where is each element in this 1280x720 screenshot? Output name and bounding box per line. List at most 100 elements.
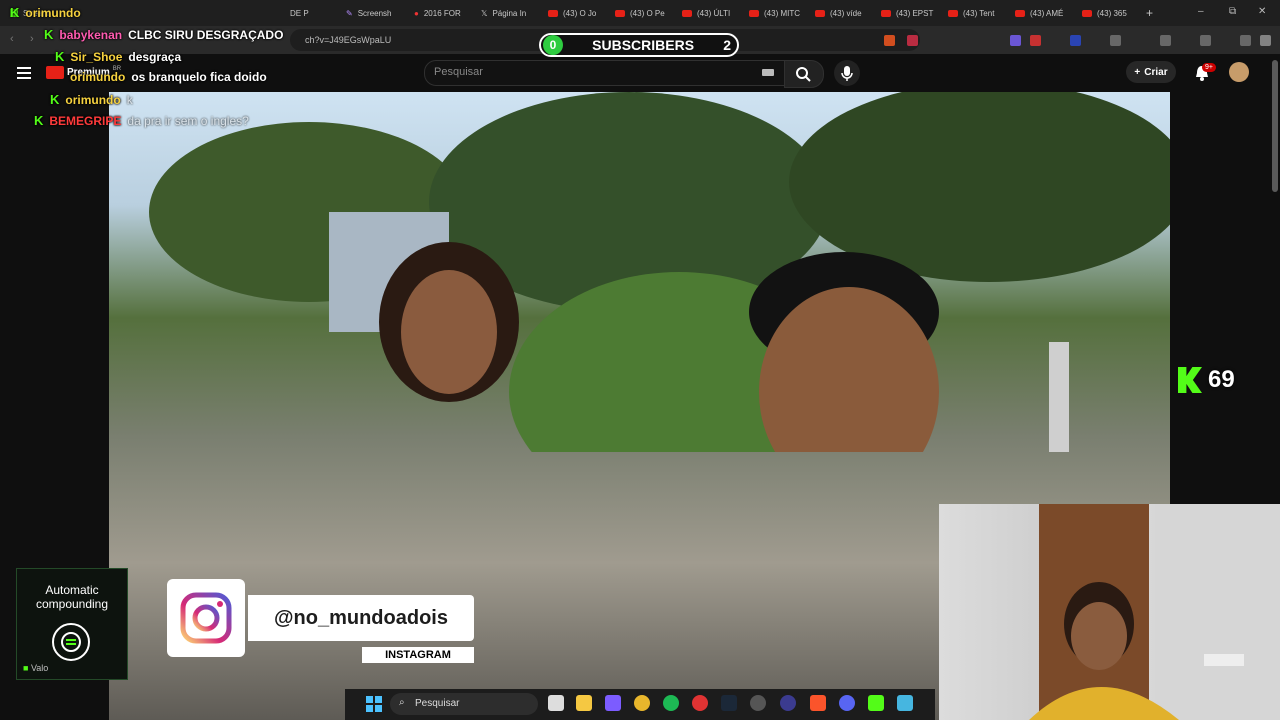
tab-youtube[interactable]: (43) O Jo <box>548 4 602 22</box>
kick-icon: K <box>34 113 44 128</box>
extension-icon[interactable] <box>1010 35 1021 46</box>
kick-logo-icon <box>1178 367 1202 393</box>
viewer-count-value: 69 <box>1208 366 1235 393</box>
ad-brand-label: Valo <box>30 663 49 673</box>
video-frame-background <box>149 92 1170 452</box>
tab-youtube[interactable]: (43) AMÉ <box>1015 4 1069 22</box>
instagram-handle: @no_mundoadois <box>248 595 474 641</box>
close-button[interactable]: ✕ <box>1258 6 1266 17</box>
chat-text: os branquelo fica doido <box>131 70 267 84</box>
ad-brand: ■ Valo <box>23 663 48 673</box>
tab-youtube[interactable]: (43) ÚLTI <box>682 4 736 22</box>
voice-search-button[interactable] <box>834 60 860 86</box>
search-icon: ⌕ <box>399 697 405 708</box>
keyboard-icon[interactable] <box>762 69 774 76</box>
tab-youtube[interactable]: (43) MITC <box>749 4 803 22</box>
vpn-icon[interactable] <box>1240 35 1251 46</box>
discord-icon[interactable] <box>839 695 855 711</box>
taskbar-search[interactable] <box>390 693 538 715</box>
youtube-icon <box>881 9 891 17</box>
tab-label: (43) AMÉ <box>1030 8 1064 18</box>
youtube-icon <box>548 9 558 17</box>
tab-label: (43) Tent <box>963 8 995 18</box>
youtube-icon <box>815 9 825 17</box>
ad-title: Automatic compounding <box>35 583 109 611</box>
settings-icon[interactable] <box>750 695 766 711</box>
brave-shield-icon[interactable] <box>884 35 895 46</box>
tab-youtube[interactable]: (43) 365 <box>1082 4 1136 22</box>
chat-username: orimundo <box>65 92 121 107</box>
chat-message: K babykenan CLBC SIRU DESGRAÇADO <box>44 27 283 42</box>
back-icon[interactable]: ‹ <box>10 33 14 45</box>
youtube-icon <box>749 9 759 17</box>
create-button[interactable]: + Criar <box>1126 61 1176 83</box>
chat-text: CLBC SIRU DESGRAÇADO <box>128 27 284 42</box>
app-icon[interactable] <box>780 695 796 711</box>
viewer-count: 69 <box>1178 366 1235 394</box>
notification-badge: 9+ <box>1202 63 1216 72</box>
tab-youtube[interactable]: (43) EPST <box>881 4 935 22</box>
youtube-icon <box>1082 9 1092 17</box>
tab-youtube[interactable]: (43) víde <box>815 4 869 22</box>
forward-icon[interactable]: › <box>30 33 34 45</box>
tab-label: Página In <box>492 8 527 18</box>
brave-icon[interactable] <box>810 695 826 711</box>
search-button[interactable] <box>784 60 824 88</box>
brand-icon: ■ <box>23 663 29 673</box>
chrome-icon[interactable] <box>634 695 650 711</box>
chat-username: orimundo <box>70 70 126 84</box>
tab-youtube[interactable]: DE P <box>290 4 330 22</box>
chat-message: K orimundo k <box>50 92 133 107</box>
file-explorer-icon[interactable] <box>576 695 592 711</box>
notepad-icon[interactable] <box>897 695 913 711</box>
ad-widget[interactable]: Automatic compounding ■ Valo <box>16 568 128 680</box>
chat-text: k <box>126 92 133 107</box>
tab-youtube[interactable]: (43) Tent <box>948 4 1002 22</box>
subscriber-current-count: 0 <box>543 35 563 55</box>
tab-screenshot[interactable]: ✎ Screensh <box>346 4 402 22</box>
scrollbar[interactable] <box>1272 60 1278 192</box>
task-view-icon[interactable] <box>548 695 564 711</box>
tab-label: (43) O Pe <box>630 8 665 18</box>
tab-youtube[interactable]: (43) O Pe <box>615 4 669 22</box>
spotify-icon[interactable] <box>663 695 679 711</box>
chat-message: orimundo os branquelo fica doido <box>70 70 267 84</box>
chat-username: orimundo <box>25 5 81 20</box>
chat-text: da pra ir sem o ingles? <box>127 113 249 128</box>
steam-icon[interactable] <box>721 695 737 711</box>
taskbar-search-label: Pesquisar <box>415 698 460 709</box>
chat-text: desgraça <box>128 49 182 64</box>
new-tab-button[interactable]: + <box>1146 4 1158 22</box>
hamburger-menu-icon[interactable] <box>17 66 31 84</box>
maximize-button[interactable]: ⧉ <box>1229 6 1236 17</box>
car-icon: ● <box>414 8 419 18</box>
kick-icon[interactable] <box>868 695 884 711</box>
tab-x[interactable]: 𝕏 Página In <box>481 4 537 22</box>
subscriber-goal-label: SUBSCRIBERS <box>592 37 695 53</box>
search-placeholder: Pesquisar <box>434 66 483 78</box>
tab-car[interactable]: ● 2016 FOR <box>414 4 470 22</box>
extension-icon[interactable] <box>1070 35 1081 46</box>
url-text[interactable]: ch?v=J49EGsWpaLU <box>305 35 391 45</box>
create-label: Criar <box>1144 66 1168 78</box>
chat-username: babykenan <box>59 27 123 42</box>
minimize-button[interactable]: – <box>1198 6 1204 17</box>
tab-label: (43) MITC <box>764 8 800 18</box>
menu-icon[interactable] <box>1260 35 1271 46</box>
microphone-icon <box>841 66 853 81</box>
wallet-icon[interactable] <box>1200 35 1211 46</box>
brave-rewards-icon[interactable] <box>907 35 918 46</box>
browser-tab-strip: Stream DE P ✎ Screensh ● 2016 FOR 𝕏 Pági… <box>0 0 1280 26</box>
windows-start-icon[interactable] <box>366 696 382 712</box>
youtube-icon <box>682 9 692 17</box>
tab-label: DE P <box>290 8 309 18</box>
extension-icon[interactable] <box>1030 35 1041 46</box>
webcam-frame <box>1029 504 1280 720</box>
extensions-puzzle-icon[interactable] <box>1110 35 1121 46</box>
app-grid-icon[interactable] <box>605 695 621 711</box>
search-icon <box>796 67 811 82</box>
avatar[interactable] <box>1229 62 1249 82</box>
opera-icon[interactable] <box>692 695 708 711</box>
media-icon[interactable] <box>1160 35 1171 46</box>
youtube-icon <box>615 9 625 17</box>
